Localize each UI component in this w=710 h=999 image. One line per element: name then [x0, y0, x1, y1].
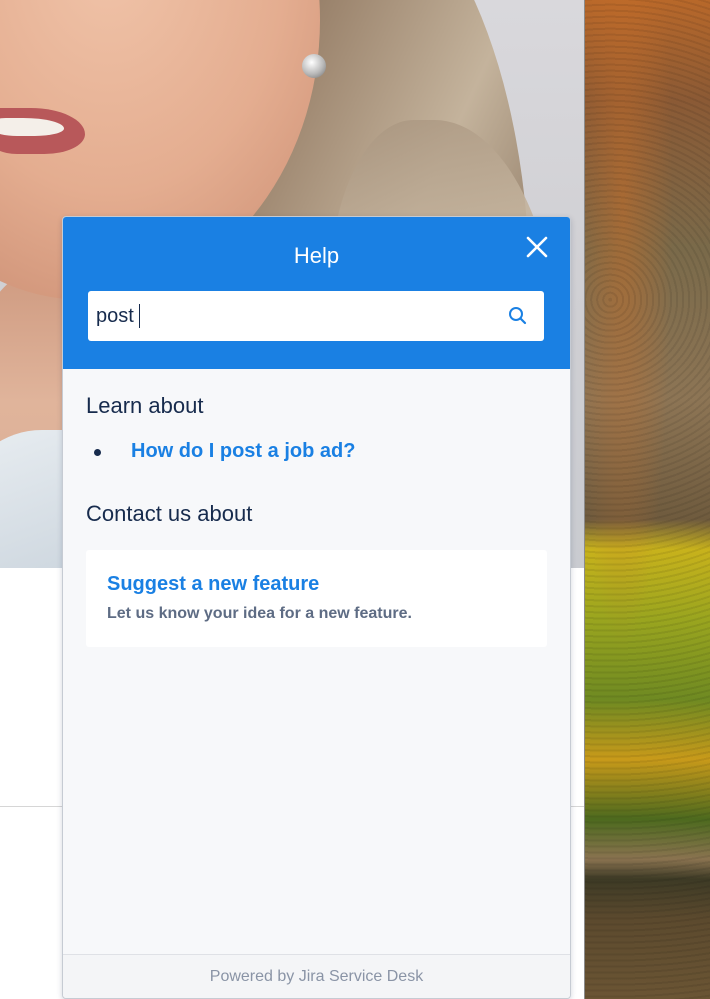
- help-widget-footer: Powered by Jira Service Desk: [63, 954, 570, 998]
- article-link[interactable]: How do I post a job ad?: [131, 437, 355, 465]
- contact-us-heading: Contact us about: [86, 501, 253, 526]
- search-button[interactable]: [506, 304, 530, 328]
- bullet-icon: [94, 449, 101, 456]
- help-widget-title: Help: [293, 243, 340, 268]
- list-item: How do I post a job ad?: [86, 437, 546, 465]
- request-type-description: Let us know your idea for a new feature.: [107, 605, 412, 622]
- search-icon: [509, 307, 527, 325]
- search-input[interactable]: [96, 291, 496, 341]
- help-widget: Help Learn about How do I post a job ad?…: [62, 216, 571, 999]
- close-button[interactable]: [523, 233, 551, 261]
- text-cursor: [139, 304, 140, 328]
- request-type-card[interactable]: Suggest a new feature Let us know your i…: [86, 550, 547, 647]
- help-widget-header: Help: [63, 217, 570, 369]
- powered-by-text: Powered by Jira Service Desk: [209, 968, 424, 985]
- desktop-wallpaper: [584, 0, 710, 999]
- learn-about-heading: Learn about: [86, 393, 204, 418]
- search-box: [88, 291, 544, 341]
- request-type-title[interactable]: Suggest a new feature: [107, 572, 319, 596]
- close-icon: [526, 236, 548, 258]
